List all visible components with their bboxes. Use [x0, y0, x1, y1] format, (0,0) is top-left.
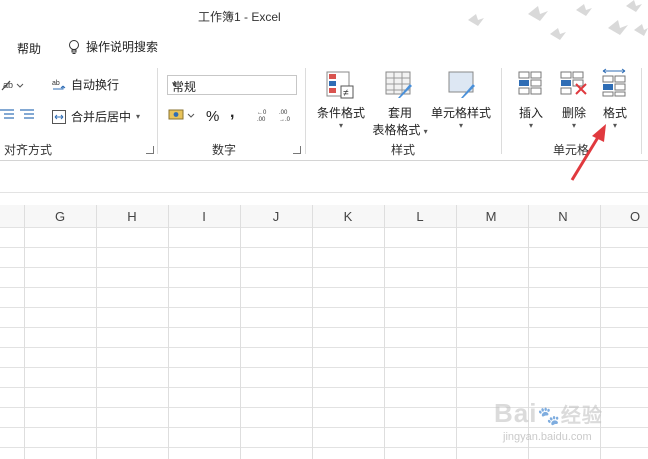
menu-help[interactable]: 帮助: [17, 40, 41, 57]
column-header-l[interactable]: L: [410, 209, 430, 224]
format-cells-icon: [602, 68, 626, 97]
conditional-formatting-label: 条件格式: [316, 106, 365, 120]
group-separator: [641, 68, 642, 154]
format-as-table-icon: [385, 71, 412, 98]
paw-icon: 🐾: [537, 406, 561, 426]
tell-me-search[interactable]: 操作说明搜索: [68, 38, 158, 55]
grid-line: [240, 205, 241, 459]
watermark-brand: Bai: [494, 398, 538, 428]
indent-icon[interactable]: [0, 108, 40, 122]
insert-label: 插入: [518, 106, 543, 120]
merge-center-icon: [52, 109, 66, 124]
styles-group-label: 样式: [391, 143, 416, 157]
cell-styles-button[interactable]: 单元格样式 ▾: [430, 104, 492, 130]
column-header-h[interactable]: H: [122, 209, 142, 224]
chevron-down-icon: ▾: [458, 121, 463, 130]
grid-line: [96, 205, 97, 459]
column-header-g[interactable]: G: [50, 209, 70, 224]
svg-text:.00: .00: [257, 117, 266, 123]
conditional-formatting-icon: ≠: [326, 71, 354, 99]
grid-line: [24, 205, 25, 459]
wrap-text-button[interactable]: ab 自动换行: [52, 76, 119, 93]
chevron-down-icon: ▾: [423, 127, 428, 136]
alignment-launcher-icon[interactable]: [146, 146, 154, 154]
svg-text:≠: ≠: [343, 88, 349, 99]
menu-bar: 帮助 操作说明搜索: [0, 34, 648, 60]
percent-button[interactable]: %: [206, 108, 219, 125]
grid-line: [384, 205, 385, 459]
orientation-icon[interactable]: ab: [0, 78, 24, 92]
insert-button[interactable]: 插入 ▾: [516, 104, 546, 130]
svg-text:ab: ab: [52, 80, 60, 87]
currency-icon[interactable]: [168, 107, 196, 123]
wrap-text-icon: ab: [52, 80, 66, 89]
chevron-down-icon: ▾: [172, 79, 177, 89]
watermark-url: jingyan.baidu.com: [503, 431, 592, 443]
window-title: 工作簿1 - Excel: [198, 10, 281, 24]
column-header-i[interactable]: I: [194, 209, 214, 224]
grid-line: [168, 205, 169, 459]
group-separator: [501, 68, 502, 154]
format-as-table-line2: 表格格式: [372, 123, 421, 137]
alignment-group-label: 对齐方式: [4, 143, 53, 157]
merge-center-label: 合并后居中: [71, 110, 132, 124]
ribbon: ab ab 自动换行 合并后居中 ▾ 对齐方式 常规 ▾ % , ←0 .00 …: [0, 62, 648, 161]
group-separator: [305, 68, 306, 154]
watermark-brand2: 经验: [560, 405, 603, 427]
format-label: 格式: [602, 106, 627, 120]
group-separator: [157, 68, 158, 154]
column-header-m[interactable]: M: [481, 209, 501, 224]
decimal-increase-decrease-icon[interactable]: ←0.00 .00→.0: [255, 107, 299, 123]
conditional-formatting-button[interactable]: 条件格式 ▾: [316, 104, 366, 130]
number-group-label: 数字: [212, 143, 237, 157]
column-headers: G H I J K L M N O: [0, 205, 648, 228]
column-header-k[interactable]: K: [338, 209, 358, 224]
chevron-down-icon: ▾: [528, 121, 533, 130]
delete-label: 删除: [561, 106, 586, 120]
grid-line: [312, 205, 313, 459]
formula-bar[interactable]: [0, 170, 648, 193]
svg-text:ab: ab: [3, 80, 13, 90]
delete-cells-icon: [560, 71, 587, 95]
chevron-down-icon: ▾: [338, 121, 343, 130]
number-launcher-icon[interactable]: [293, 146, 301, 154]
wrap-text-label: 自动换行: [71, 78, 120, 92]
column-header-j[interactable]: J: [266, 209, 286, 224]
cell-styles-icon: [448, 71, 475, 98]
format-as-table-button[interactable]: 套用 表格格式 ▾: [368, 104, 432, 138]
cell-styles-label: 单元格样式: [430, 106, 491, 120]
baidu-watermark: Bai🐾经验: [494, 398, 603, 429]
grid-line: [456, 205, 457, 459]
title-bar: 工作簿1 - Excel: [0, 0, 648, 40]
merge-center-button[interactable]: 合并后居中 ▾: [52, 108, 140, 125]
number-format-select[interactable]: 常规 ▾: [167, 75, 297, 95]
svg-text:←0: ←0: [257, 110, 267, 116]
insert-cells-icon: [518, 71, 542, 95]
tell-me-label: 操作说明搜索: [86, 40, 159, 54]
svg-text:.00: .00: [279, 110, 288, 116]
svg-text:→.0: →.0: [279, 117, 291, 123]
column-header-n[interactable]: N: [553, 209, 573, 224]
comma-button[interactable]: ,: [230, 104, 234, 122]
column-header-o[interactable]: O: [625, 209, 645, 224]
format-as-table-line1: 套用: [387, 106, 412, 120]
lightbulb-icon: [69, 39, 79, 54]
merge-dropdown-icon[interactable]: ▾: [136, 112, 140, 121]
